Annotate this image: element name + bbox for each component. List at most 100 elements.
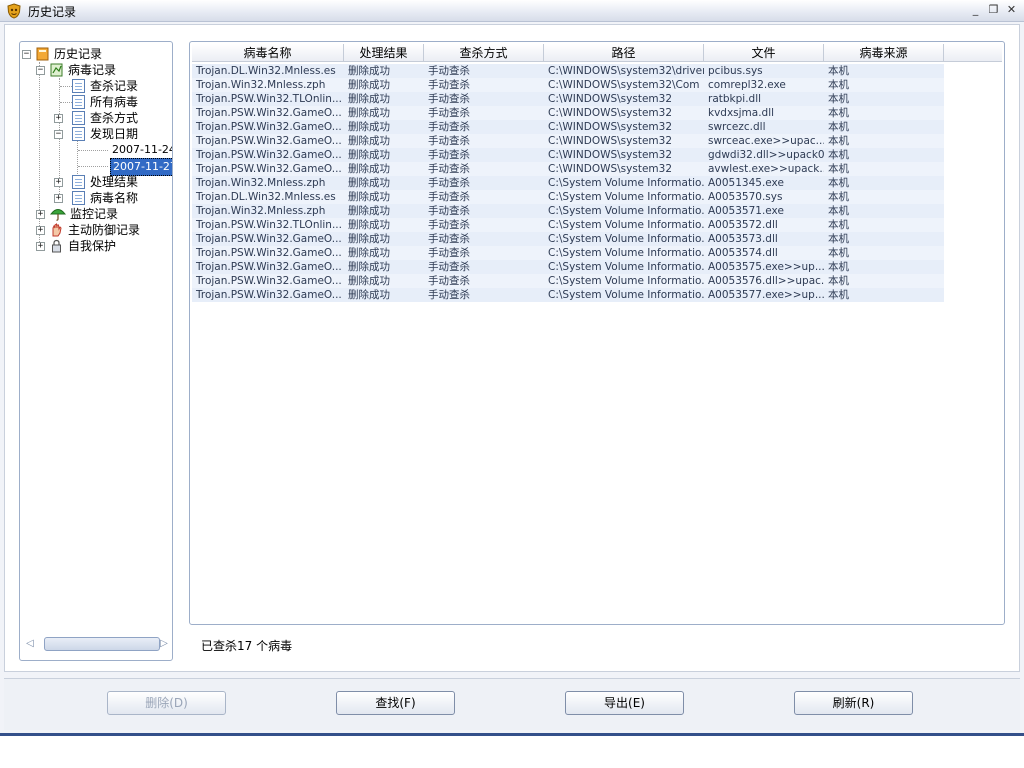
collapse-icon[interactable]: −: [22, 50, 31, 59]
tree-label: 查杀记录: [90, 79, 139, 93]
restore-button[interactable]: ❐: [986, 2, 1001, 18]
tree-node-self-protect[interactable]: + 自我保护: [36, 238, 172, 254]
table-row[interactable]: Trojan.PSW.Win32.TLOnlin... 删除成功 手动查杀 C:\WI…: [192, 92, 944, 106]
table-cell: 删除成功: [348, 191, 390, 203]
tree-node-all-viruses[interactable]: 所有病毒: [72, 94, 172, 110]
column-header[interactable]: 文件: [704, 44, 824, 62]
tree-node-date-2007-11-24[interactable]: 2007-11-24: [110, 142, 172, 158]
document-icon: [72, 95, 85, 109]
table-cell: 手动查杀: [428, 163, 470, 175]
table-cell: Trojan.Win32.Mnless.zph: [196, 79, 326, 91]
table-cell: avwlest.exe>>upack...: [708, 163, 824, 175]
tree-node-process-result[interactable]: + 处理结果: [54, 174, 172, 190]
table-row[interactable]: Trojan.Win32.Mnless.zph 删除成功 手动查杀 C:\System…: [192, 176, 944, 190]
column-header[interactable]: 处理结果: [344, 44, 424, 62]
virus-record-icon: [50, 63, 63, 77]
tree-label: 病毒名称: [90, 191, 139, 205]
column-header[interactable]: 查杀方式: [424, 44, 544, 62]
scroll-left-icon[interactable]: ◁: [24, 638, 36, 650]
table-row[interactable]: Trojan.PSW.Win32.GameO... 删除成功 手动查杀 C:\WIND…: [192, 162, 944, 176]
tree-label: 自我保护: [68, 239, 117, 253]
table-cell: swrceac.exe>>upac...: [708, 135, 824, 147]
column-header[interactable]: 病毒来源: [824, 44, 944, 62]
table-cell: pcibus.sys: [708, 65, 763, 77]
tree-node-scan-method[interactable]: + 查杀方式: [54, 110, 172, 126]
table-row[interactable]: Trojan.PSW.Win32.GameO... 删除成功 手动查杀 C:\WIND…: [192, 134, 944, 148]
close-button[interactable]: ✕: [1004, 2, 1019, 18]
table-cell: Trojan.PSW.Win32.GameO...: [196, 247, 342, 259]
table-cell: 手动查杀: [428, 107, 470, 119]
tree-node-found-date[interactable]: − 发现日期: [54, 126, 172, 142]
tree-node-active-defense[interactable]: + 主动防御记录: [36, 222, 172, 238]
table-cell: 本机: [828, 135, 849, 147]
table-row[interactable]: Trojan.Win32.Mnless.zph 删除成功 手动查杀 C:\System…: [192, 204, 944, 218]
tree-label: 2007-11-24: [112, 143, 173, 156]
history-window: 历史记录 _ ❐ ✕ − 历史记录 − 病毒记录 查杀记录 所有病毒 + 查杀方…: [0, 0, 1024, 736]
table-cell: 手动查杀: [428, 79, 470, 91]
tree-node-monitor-records[interactable]: + 监控记录: [36, 206, 172, 222]
table-row[interactable]: Trojan.PSW.Win32.TLOnlin... 删除成功 手动查杀 C:\Sy…: [192, 218, 944, 232]
table-cell: C:\WINDOWS\system32: [548, 107, 672, 119]
refresh-button[interactable]: 刷新(R): [794, 691, 913, 715]
table-row[interactable]: Trojan.PSW.Win32.GameO... 删除成功 手动查杀 C:\WIND…: [192, 106, 944, 120]
table-cell: Trojan.PSW.Win32.GameO...: [196, 275, 342, 287]
expand-icon[interactable]: +: [36, 242, 45, 251]
table-cell: 本机: [828, 205, 849, 217]
table-row[interactable]: Trojan.PSW.Win32.GameO... 删除成功 手动查杀 C:\Syst…: [192, 274, 944, 288]
tree-label: 查杀方式: [90, 111, 139, 125]
table-cell: C:\WINDOWS\system32: [548, 121, 672, 133]
table-row[interactable]: Trojan.PSW.Win32.GameO... 删除成功 手动查杀 C:\WIND…: [192, 148, 944, 162]
tree-horizontal-scrollbar[interactable]: ◁ ▷: [22, 636, 170, 652]
table-cell: 本机: [828, 65, 849, 77]
table-cell: 手动查杀: [428, 289, 470, 301]
table-cell: kvdxsjma.dll: [708, 107, 775, 119]
expand-icon[interactable]: +: [54, 194, 63, 203]
table-cell: 手动查杀: [428, 149, 470, 161]
table-cell: 删除成功: [348, 65, 390, 77]
scroll-right-icon[interactable]: ▷: [158, 638, 170, 650]
minimize-button[interactable]: _: [968, 2, 983, 18]
table-cell: 手动查杀: [428, 93, 470, 105]
table-cell: 手动查杀: [428, 121, 470, 133]
expand-icon[interactable]: +: [36, 210, 45, 219]
column-header[interactable]: 路径: [544, 44, 704, 62]
table-row[interactable]: Trojan.PSW.Win32.GameO... 删除成功 手动查杀 C:\Syst…: [192, 246, 944, 260]
collapse-icon[interactable]: −: [36, 66, 45, 75]
table-cell: A0053575.exe>>up...: [708, 261, 824, 273]
tree-line: [78, 150, 108, 151]
content-area: − 历史记录 − 病毒记录 查杀记录 所有病毒 + 查杀方式 − 发现日期 20…: [4, 24, 1020, 672]
table-row[interactable]: Trojan.Win32.Mnless.zph 删除成功 手动查杀 C:\WINDOW…: [192, 78, 944, 92]
tree-label: 病毒记录: [68, 63, 117, 77]
hand-stop-icon: [52, 223, 62, 237]
table-row[interactable]: Trojan.PSW.Win32.GameO... 删除成功 手动查杀 C:\Syst…: [192, 260, 944, 274]
column-header[interactable]: 病毒名称: [192, 44, 344, 62]
expand-icon[interactable]: +: [54, 178, 63, 187]
expand-icon[interactable]: +: [36, 226, 45, 235]
find-button[interactable]: 查找(F): [336, 691, 455, 715]
scrollbar-thumb[interactable]: [44, 637, 160, 651]
table-cell: 删除成功: [348, 121, 390, 133]
table-row[interactable]: Trojan.PSW.Win32.GameO... 删除成功 手动查杀 C:\Syst…: [192, 232, 944, 246]
tree-node-virus-records[interactable]: − 病毒记录: [36, 62, 172, 78]
tree-node-history[interactable]: − 历史记录: [22, 46, 172, 62]
lock-icon: [52, 239, 61, 253]
table-row[interactable]: Trojan.DL.Win32.Mnless.es 删除成功 手动查杀 C:\Syst…: [192, 190, 944, 204]
table-cell: 手动查杀: [428, 205, 470, 217]
title-bar[interactable]: 历史记录 _ ❐ ✕: [0, 0, 1024, 22]
table-cell: 本机: [828, 149, 849, 161]
tree-node-scan-records[interactable]: 查杀记录: [72, 78, 172, 94]
table-row[interactable]: Trojan.PSW.Win32.GameO... 删除成功 手动查杀 C:\WIND…: [192, 120, 944, 134]
table-cell: ratbkpi.dll: [708, 93, 762, 105]
tree-label: 监控记录: [70, 207, 119, 221]
table-cell: C:\System Volume Informatio...: [548, 261, 704, 273]
expand-icon[interactable]: +: [54, 114, 63, 123]
tree-node-virus-name[interactable]: + 病毒名称: [54, 190, 172, 206]
table-header: 病毒名称 处理结果 查杀方式 路径 文件 病毒来源: [192, 44, 1002, 62]
collapse-icon[interactable]: −: [54, 130, 63, 139]
delete-button[interactable]: 删除(D): [107, 691, 226, 715]
table-cell: C:\System Volume Informatio...: [548, 191, 704, 203]
table-row[interactable]: Trojan.DL.Win32.Mnless.es 删除成功 手动查杀 C:\WIND…: [192, 64, 944, 78]
table-row[interactable]: Trojan.PSW.Win32.GameO... 删除成功 手动查杀 C:\Syst…: [192, 288, 944, 302]
export-button[interactable]: 导出(E): [565, 691, 684, 715]
tree-node-date-2007-11-27[interactable]: 2007-11-27: [110, 158, 172, 176]
